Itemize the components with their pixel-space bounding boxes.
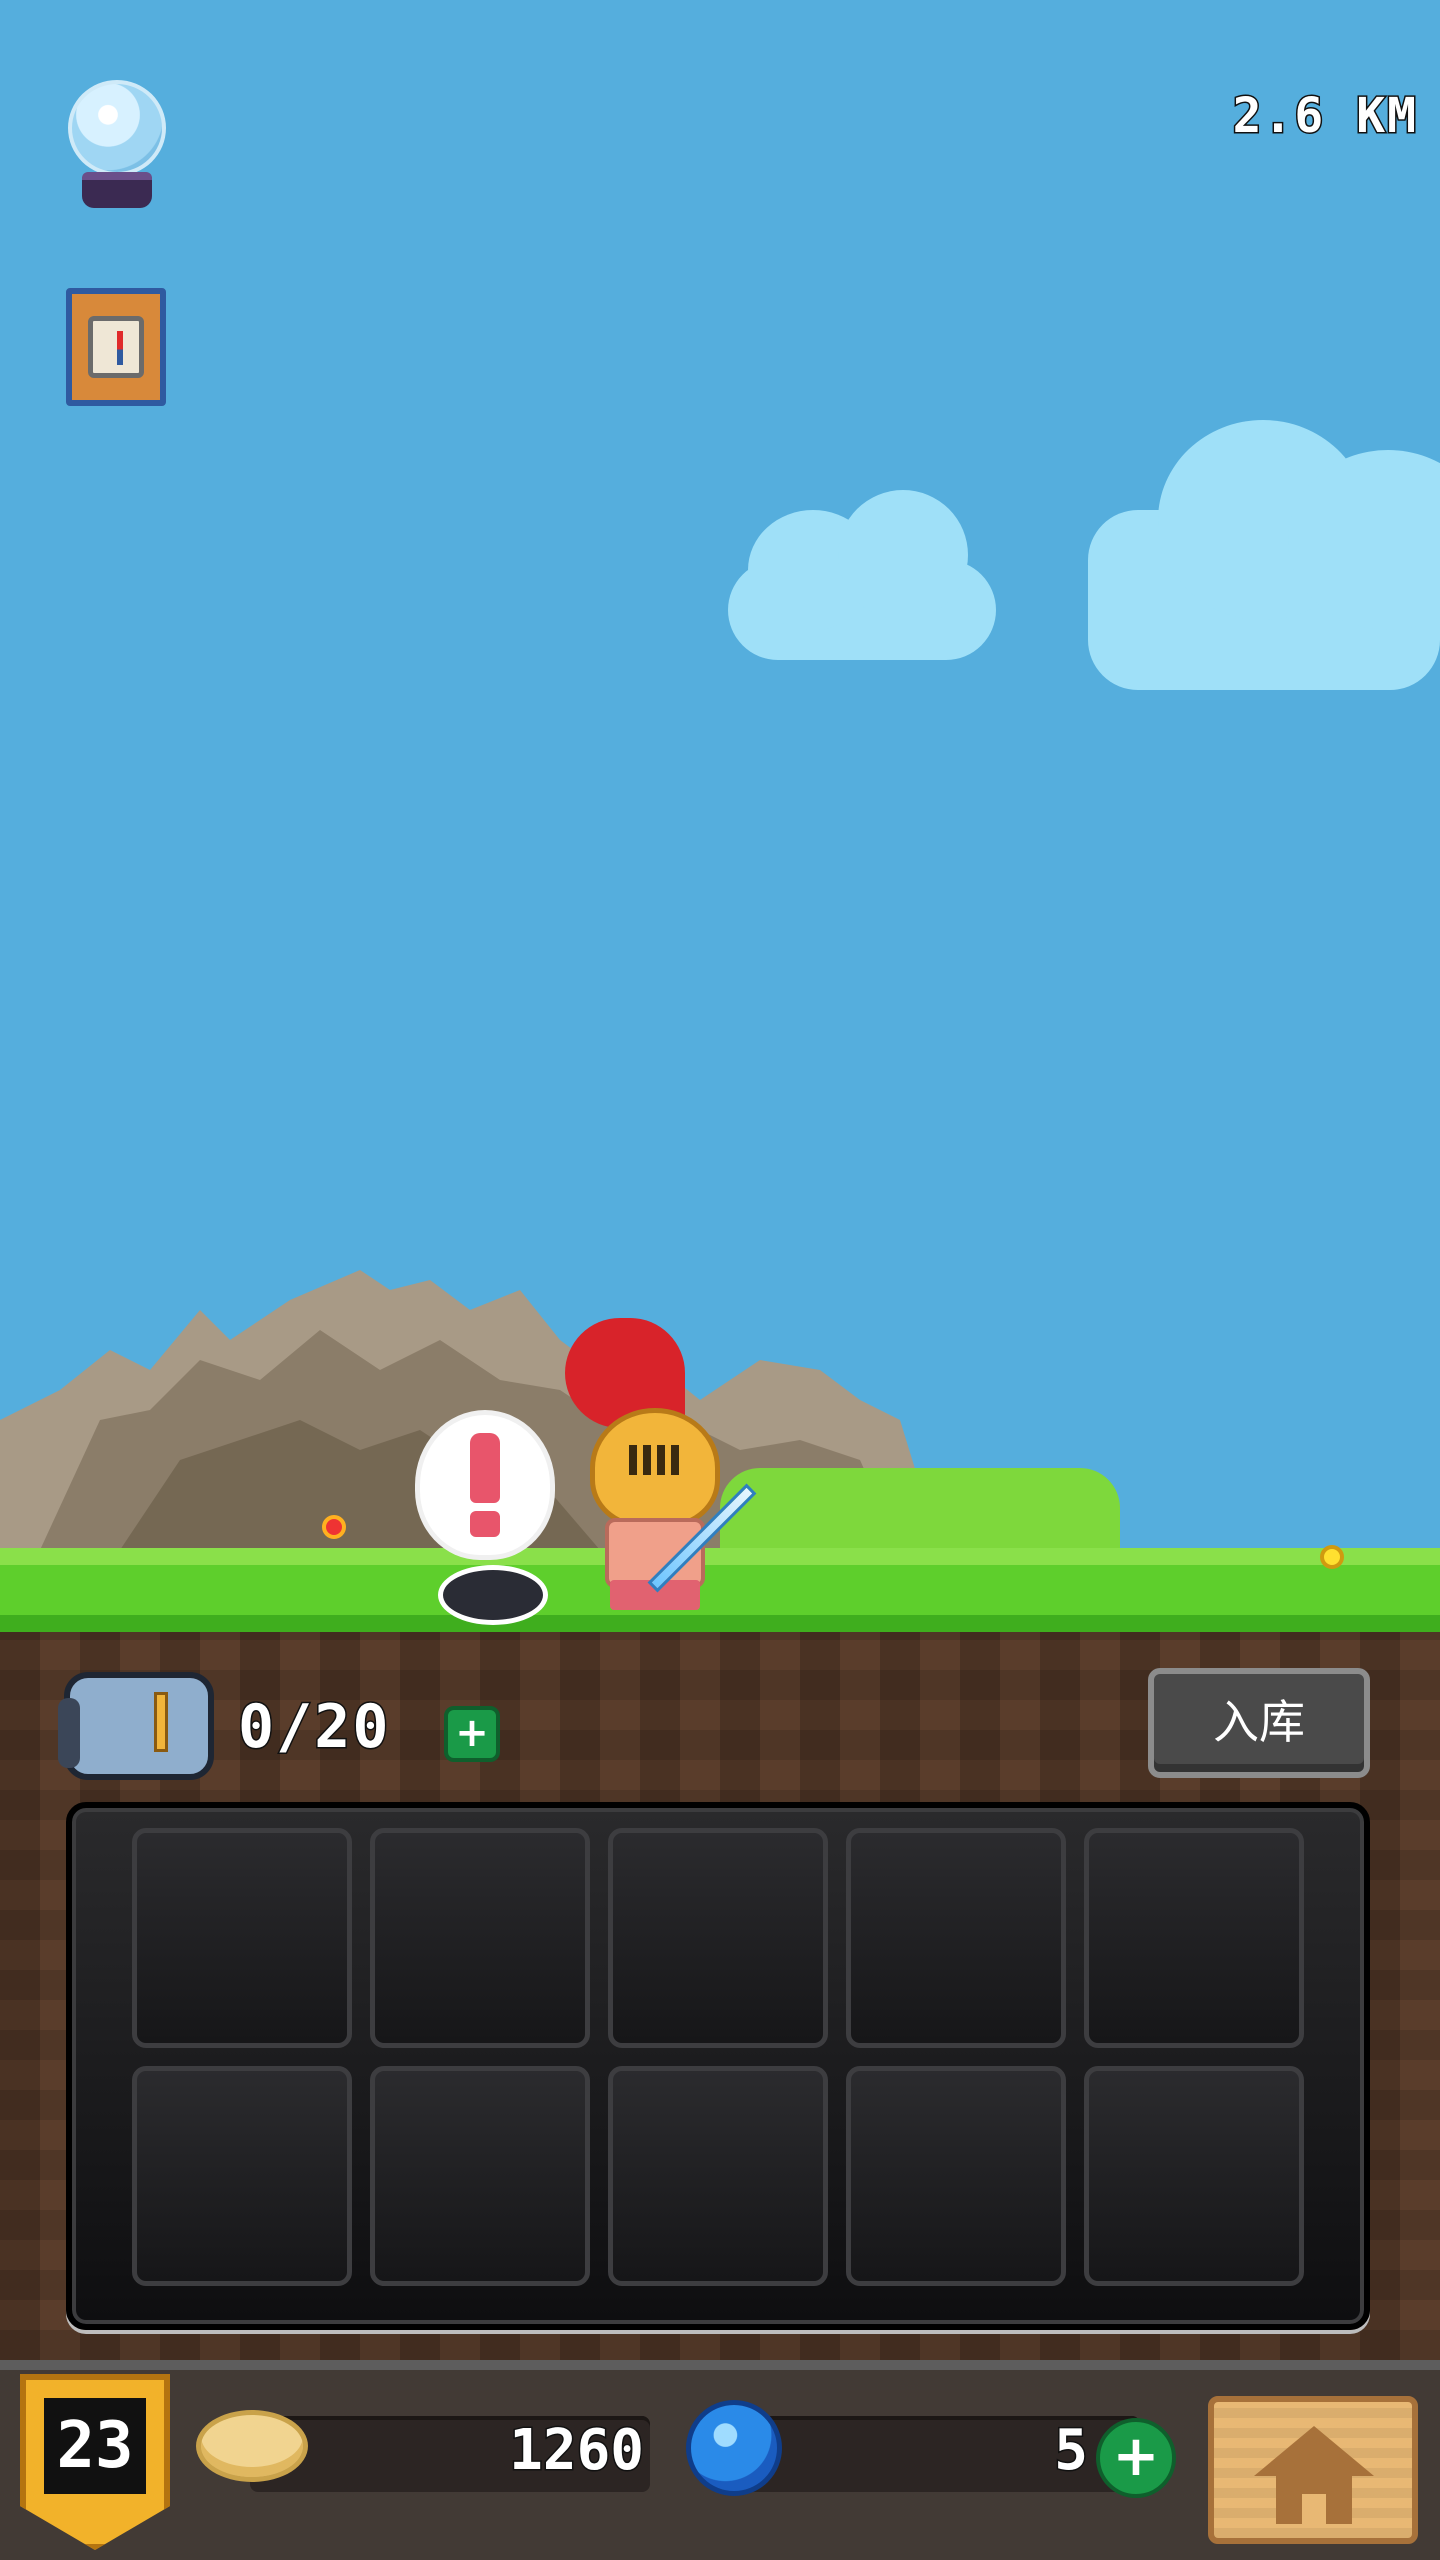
backpack-icon[interactable] xyxy=(58,1672,214,1780)
inventory-slot-10[interactable] xyxy=(1084,2066,1304,2286)
distance-indicator: 2.6 KM xyxy=(1231,87,1418,146)
inventory-slot-1[interactable] xyxy=(132,1828,352,2048)
hero-knight[interactable] xyxy=(555,1318,805,1618)
yellow-flower xyxy=(1320,1545,1344,1569)
quest-marker-hole[interactable] xyxy=(438,1565,548,1625)
compass-needle xyxy=(117,331,123,365)
crystal-ball-base xyxy=(82,172,152,208)
red-flower xyxy=(322,1515,346,1539)
add-gems-button[interactable]: + xyxy=(1096,2418,1176,2498)
home-icon xyxy=(1254,2426,1374,2476)
exclamation-icon xyxy=(470,1433,500,1503)
helmet-visor xyxy=(629,1445,685,1475)
blue-gem-icon xyxy=(686,2400,782,2496)
gold-amount: 1260 xyxy=(508,2417,646,2485)
expand-inventory-button[interactable]: + xyxy=(444,1706,500,1762)
crystal-ball-globe xyxy=(68,80,166,176)
store-button[interactable]: 入库 xyxy=(1148,1668,1370,1778)
cloud-large xyxy=(1088,420,1440,690)
inventory-slot-7[interactable] xyxy=(370,2066,590,2286)
inventory-panel xyxy=(66,1802,1370,2330)
compass-icon[interactable] xyxy=(66,288,166,406)
inventory-slot-5[interactable] xyxy=(1084,1828,1304,2048)
level-number: 23 xyxy=(44,2398,146,2494)
home-button[interactable] xyxy=(1208,2396,1418,2544)
crystal-ball-icon[interactable] xyxy=(62,80,172,210)
compass-face xyxy=(88,316,144,378)
inventory-slot-8[interactable] xyxy=(608,2066,828,2286)
gem-amount: 5 xyxy=(1053,2417,1090,2485)
inventory-slot-4[interactable] xyxy=(846,1828,1066,2048)
backpack-buckle xyxy=(154,1692,168,1752)
inventory-grid xyxy=(132,1828,1304,2286)
home-icon-door xyxy=(1302,2494,1326,2524)
quest-alert-bubble[interactable] xyxy=(420,1415,550,1555)
exclamation-dot xyxy=(470,1511,500,1537)
inventory-slot-2[interactable] xyxy=(370,1828,590,2048)
cloud-small xyxy=(728,490,996,660)
inventory-slot-3[interactable] xyxy=(608,1828,828,2048)
inventory-capacity: 0/20 xyxy=(237,1691,391,1764)
inventory-slot-9[interactable] xyxy=(846,2066,1066,2286)
inventory-slot-6[interactable] xyxy=(132,2066,352,2286)
gold-coin-icon xyxy=(196,2410,308,2482)
backpack-strap xyxy=(58,1698,80,1768)
knight-helmet xyxy=(590,1408,720,1528)
